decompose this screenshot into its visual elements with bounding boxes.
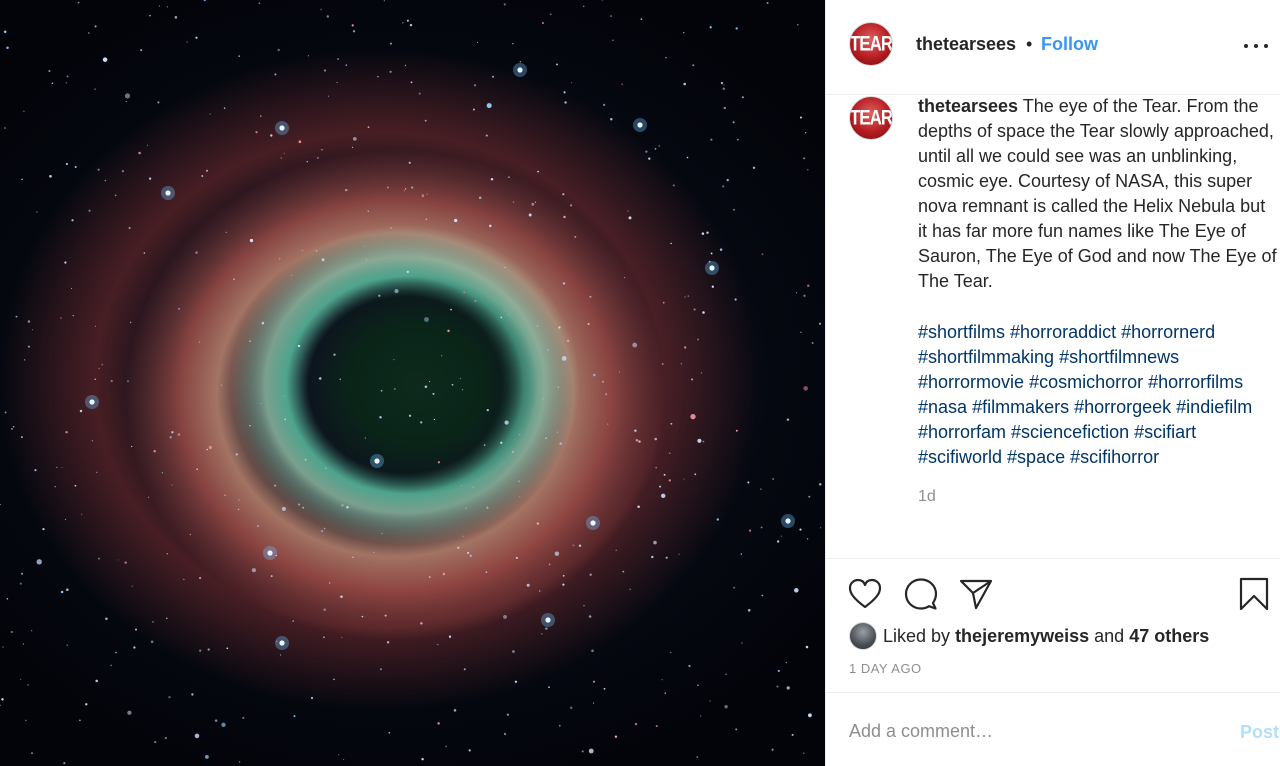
hashtag-list: #shortfilms #horroraddict #horrornerd #s… <box>918 320 1280 470</box>
liker-avatar[interactable] <box>849 622 877 650</box>
hashtag-link[interactable]: #scifihorror <box>1070 447 1159 467</box>
post-caption: TEAR thetearsees The eye of the Tear. Fr… <box>826 96 1280 558</box>
caption-avatar[interactable]: TEAR <box>849 96 893 140</box>
likes-others-link[interactable]: 47 others <box>1129 626 1209 647</box>
ellipsis-icon[interactable] <box>1244 36 1268 56</box>
bookmark-icon[interactable] <box>1236 576 1272 612</box>
post-time-short[interactable]: 1d <box>918 488 936 506</box>
follow-button[interactable]: Follow <box>1041 34 1098 55</box>
comment-icon[interactable] <box>903 576 939 612</box>
post-header: TEAR thetearsees • Follow <box>826 0 1280 95</box>
likes-and: and <box>1094 625 1125 646</box>
hashtag-link[interactable]: #sciencefiction <box>1011 422 1129 442</box>
post-image[interactable] <box>0 0 825 766</box>
hashtag-link[interactable]: #horrornerd <box>1121 322 1215 342</box>
paper-plane-icon[interactable] <box>958 576 994 612</box>
caption-username[interactable]: thetearsees <box>918 96 1018 116</box>
header-separator: • <box>1026 34 1033 54</box>
hashtag-link[interactable]: #horrormovie <box>918 372 1024 392</box>
profile-avatar[interactable]: TEAR <box>849 22 893 66</box>
hashtag-link[interactable]: #indiefilm <box>1176 397 1252 417</box>
hashtag-link[interactable]: #nasa <box>918 397 967 417</box>
avatar-logo-text: TEAR <box>849 105 893 130</box>
liker-username[interactable]: thejeremyweiss <box>955 626 1089 647</box>
comment-box: Post <box>826 692 1280 766</box>
post-time-long[interactable]: 1 DAY AGO <box>849 661 922 676</box>
caption-text: thetearsees The eye of the Tear. From th… <box>918 94 1278 294</box>
hashtag-link[interactable]: #horroraddict <box>1010 322 1116 342</box>
post-actions: Liked by thejeremyweiss and 47 others 1 … <box>826 558 1280 692</box>
comment-input[interactable] <box>849 717 1209 745</box>
hashtag-link[interactable]: #space <box>1007 447 1065 467</box>
likes-summary: Liked by thejeremyweiss and 47 others <box>849 621 1209 651</box>
hashtag-link[interactable]: #scifiart <box>1134 422 1196 442</box>
header-username[interactable]: thetearsees <box>916 34 1016 55</box>
post-sidebar: TEAR thetearsees • Follow TEAR thetearse… <box>825 0 1280 766</box>
caption-body: The eye of the Tear. From the depths of … <box>918 96 1277 291</box>
nebula-stars <box>0 0 822 765</box>
hashtag-link[interactable]: #shortfilms <box>918 322 1005 342</box>
post-comment-button[interactable]: Post <box>1240 722 1279 743</box>
hashtag-link[interactable]: #horrorfam <box>918 422 1006 442</box>
hashtag-link[interactable]: #scifiworld <box>918 447 1002 467</box>
heart-icon[interactable] <box>847 576 883 612</box>
hashtag-link[interactable]: #shortfilmmaking <box>918 347 1054 367</box>
hashtag-link[interactable]: #shortfilmnews <box>1059 347 1179 367</box>
hashtag-link[interactable]: #horrorgeek <box>1074 397 1171 417</box>
hashtag-link[interactable]: #filmmakers <box>972 397 1069 417</box>
likes-prefix: Liked by <box>883 625 951 646</box>
avatar-logo-text: TEAR <box>849 31 893 56</box>
hashtag-link[interactable]: #horrorfilms <box>1148 372 1243 392</box>
hashtag-link[interactable]: #cosmichorror <box>1029 372 1143 392</box>
